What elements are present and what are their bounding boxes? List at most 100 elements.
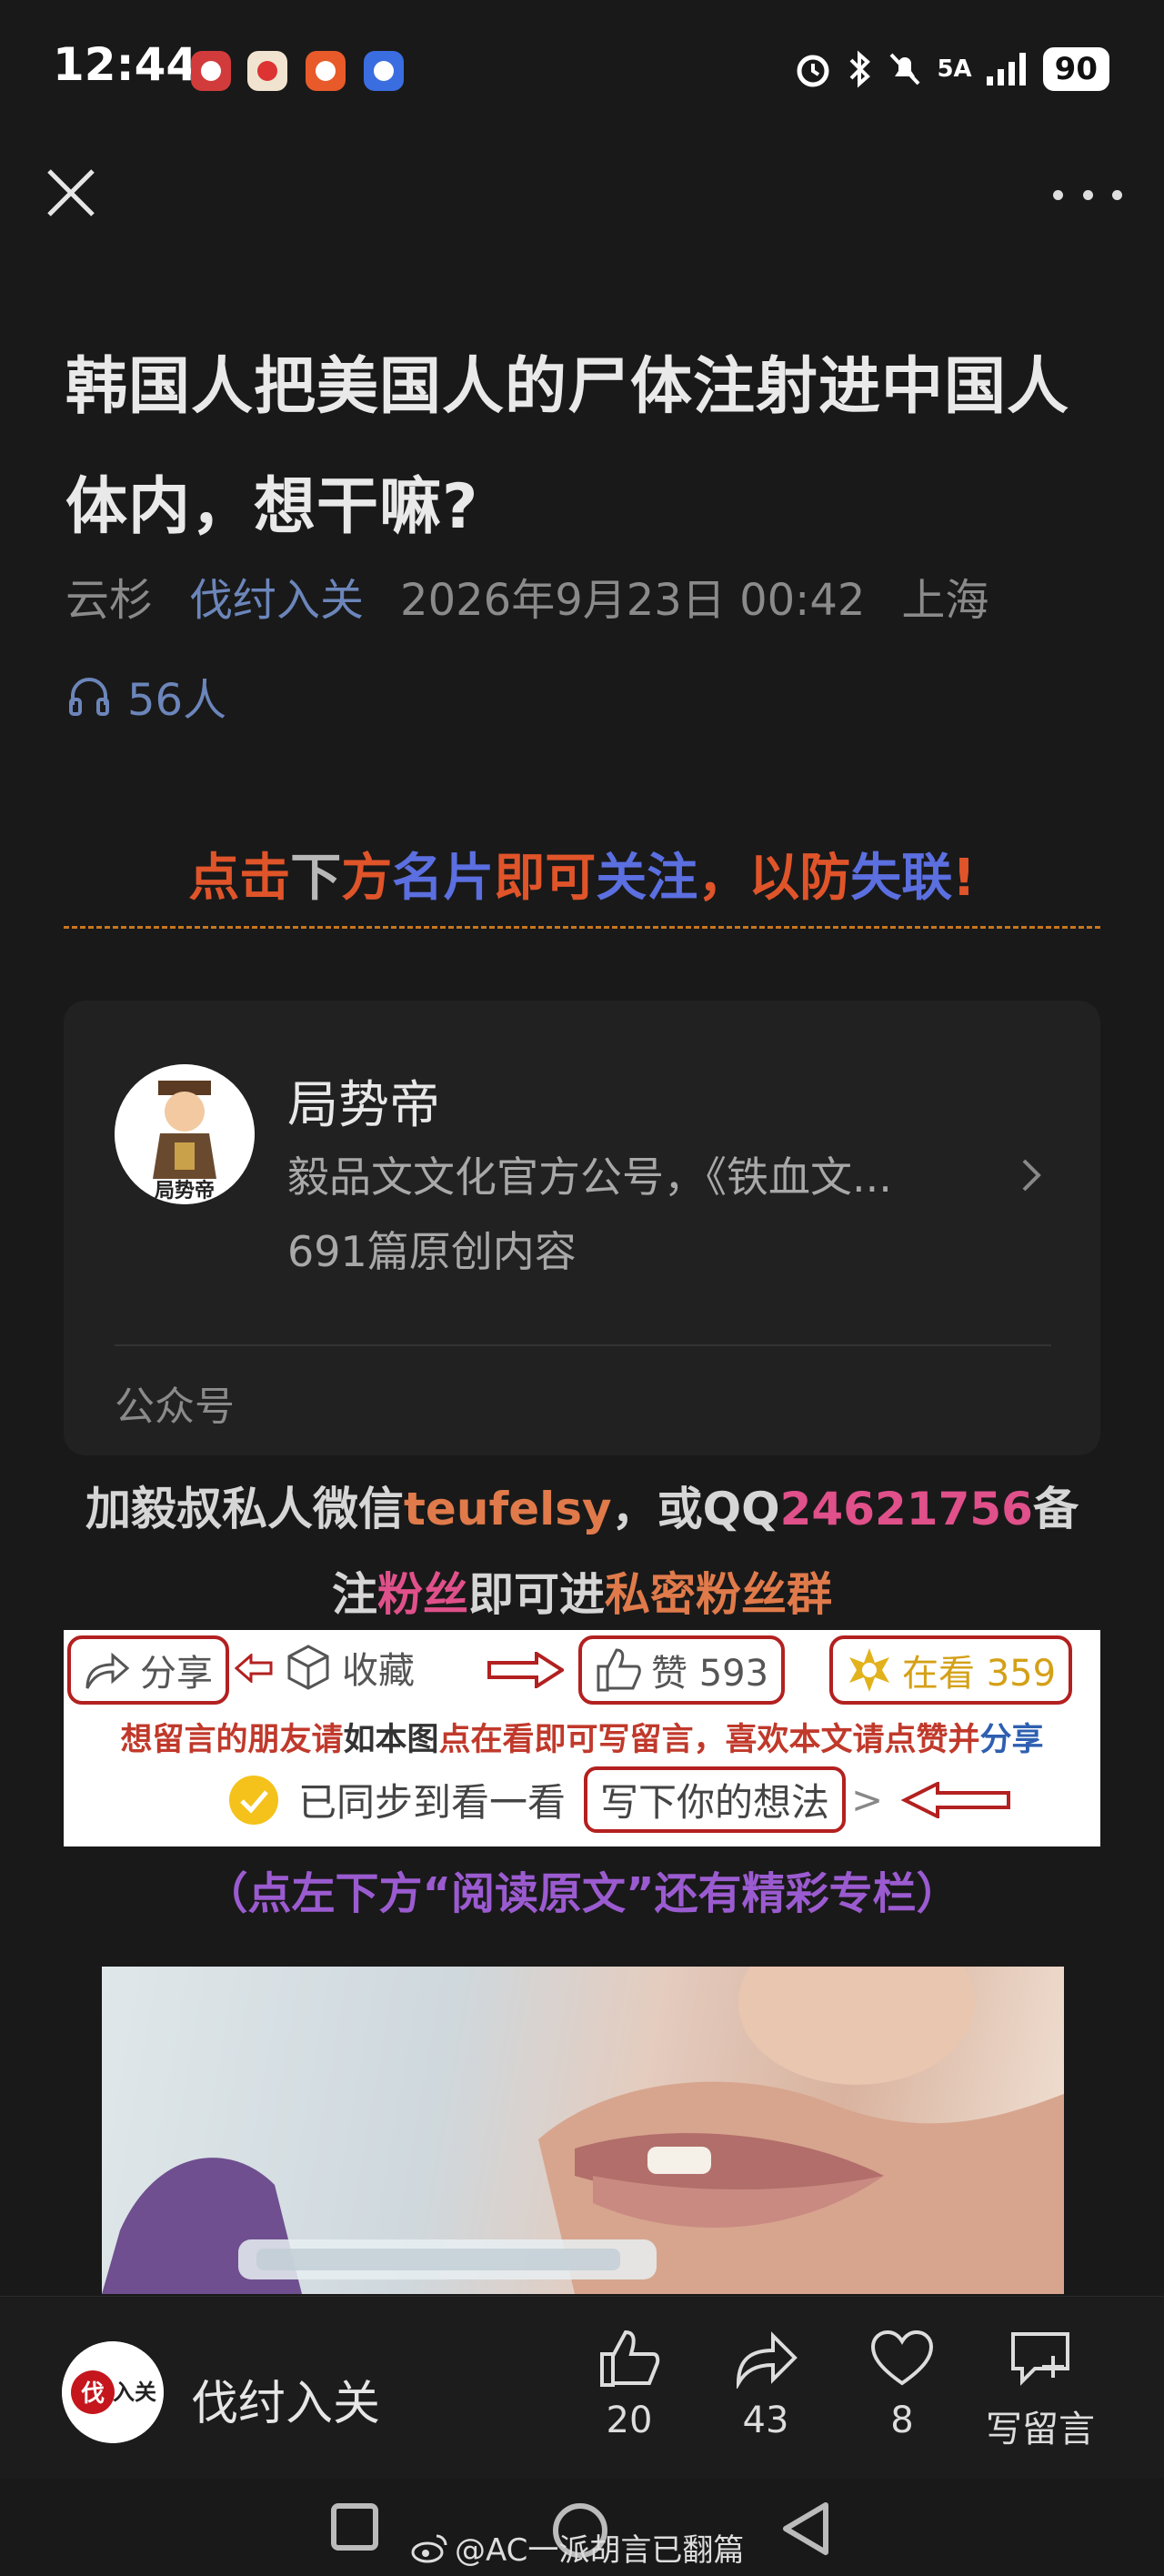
comment-add-icon: [1011, 2332, 1069, 2386]
wechat-note: 加毅叔私人微信teufelsy，或QQ24621756备 注粉丝即可进私密粉丝群: [64, 1466, 1100, 1637]
signal-icon: [986, 53, 1026, 86]
svg-text:局势帝: 局势帝: [155, 1179, 215, 1202]
app-notification-icon-3: [364, 51, 404, 91]
network-type: 5A: [937, 55, 972, 83]
listen-button[interactable]: 56人: [65, 664, 226, 728]
guide-write-box: 写下你的想法: [584, 1766, 847, 1833]
wechat-note-line2: 注粉丝即可进私密粉丝群: [64, 1552, 1100, 1637]
follow-notice-segment: 方: [341, 849, 393, 908]
alarm-icon: [797, 55, 829, 87]
profile-description: 毅品文文化官方公号，《铁血文...: [287, 1152, 892, 1202]
read-original-note: （点左下方“阅读原文”还有精彩专栏）: [204, 1868, 960, 1919]
follow-notice-segment: !: [952, 849, 976, 908]
card-divider: [115, 1344, 1051, 1346]
weibo-icon: [411, 2534, 447, 2562]
wechat-note-segment: 粉丝: [377, 1568, 468, 1621]
article-location: 上海: [901, 575, 989, 626]
weibo-watermark: @AC一派胡言已翻篇: [411, 2525, 744, 2570]
recent-apps-button[interactable]: [331, 2503, 378, 2551]
follow-notice-segment: 防: [799, 849, 851, 908]
arrow-right-icon: [487, 1652, 564, 1688]
follow-notice-segment: 关注: [596, 849, 698, 908]
thumbs-up-icon: [600, 2329, 660, 2387]
thumbs-up-icon: [597, 1648, 641, 1692]
battery-level: 90: [1042, 47, 1109, 91]
close-icon[interactable]: [42, 164, 100, 222]
more-options-button[interactable]: [1053, 182, 1122, 207]
share-icon: [85, 1652, 130, 1689]
wechat-note-segment: 备: [1032, 1483, 1079, 1535]
favorite-button[interactable]: 8: [848, 2329, 957, 2441]
account-avatar[interactable]: 伐 入关: [62, 2341, 164, 2443]
account-name[interactable]: 伐纣入关: [191, 2365, 380, 2433]
wechat-note-segment: 私密粉丝群: [605, 1568, 832, 1621]
svg-text:伐: 伐: [81, 2380, 105, 2408]
mute-icon: [889, 53, 920, 86]
arrow-left-icon-2: [901, 1781, 1011, 1818]
wechat-note-line1: 加毅叔私人微信teufelsy，或QQ24621756备: [64, 1466, 1100, 1552]
wechat-note-segment: teufelsy: [404, 1483, 612, 1535]
guide-comment-row: 已同步到看一看 写下你的想法 >: [227, 1766, 1011, 1833]
follow-notice-segment: 即可: [494, 849, 597, 908]
article-source: 云杉: [65, 575, 154, 626]
back-button[interactable]: [778, 2500, 833, 2558]
guide-instruction-segment: 点在看即可写留言，: [438, 1722, 726, 1758]
follow-notice-segment: 失联: [850, 849, 953, 908]
svg-text:入关: 入关: [113, 2379, 156, 2405]
guide-watching: 在看 359: [829, 1635, 1073, 1705]
article-photo: [102, 1967, 1064, 2294]
wechat-note-segment: 加毅叔私人微信: [85, 1483, 405, 1535]
follow-notice-segment: 下: [290, 849, 342, 908]
follow-notice-segment: ，以: [697, 849, 800, 908]
share-icon: [736, 2331, 798, 2390]
profile-type: 公众号: [115, 1384, 235, 1430]
follow-notice-segment: 点击: [188, 849, 291, 908]
dashed-divider: [64, 926, 1100, 929]
article-author-link[interactable]: 伐纣入关: [189, 564, 364, 628]
watching-star-icon: [849, 1648, 889, 1692]
profile-article-count: 691篇原创内容: [287, 1227, 577, 1276]
guide-collect: 收藏: [286, 1641, 415, 1694]
chevron-right-icon[interactable]: [1018, 1153, 1046, 1197]
guide-instruction-segment: 分享: [979, 1722, 1044, 1758]
wechat-note-segment: 24621756: [779, 1483, 1033, 1535]
arrow-left-icon: [235, 1654, 273, 1683]
headphones-icon: [69, 678, 109, 716]
share-button[interactable]: 43: [711, 2329, 820, 2441]
write-comment-button[interactable]: 写留言: [977, 2329, 1104, 2452]
app-notification-icon: [191, 51, 231, 91]
guide-instruction-segment: 如本图: [343, 1722, 439, 1758]
wechat-note-segment: 即可进: [468, 1568, 605, 1621]
profile-name: 局势帝: [287, 1076, 440, 1135]
guide-instruction-segment: 想留言的朋友请: [120, 1722, 344, 1758]
check-circle-icon: [229, 1775, 278, 1825]
follow-notice-segment: 名片: [392, 849, 495, 908]
article-meta: 云杉 伐纣入关 2026年9月23日 00:42 上海: [65, 564, 988, 628]
weibo-notification-icon: [247, 51, 287, 91]
listener-count: 56人: [127, 675, 227, 726]
wechat-note-segment: ，或QQ: [611, 1483, 780, 1535]
status-time: 12:44: [53, 38, 198, 91]
app-notification-icon-2: [306, 51, 346, 91]
guide-chevron: >: [851, 1777, 884, 1822]
like-button[interactable]: 20: [575, 2329, 684, 2441]
like-count: 20: [606, 2400, 653, 2441]
profile-avatar: 局势帝: [115, 1064, 255, 1204]
guide-like: 赞 593: [578, 1635, 786, 1705]
article-datetime: 2026年9月23日 00:42: [400, 575, 866, 626]
heart-icon: [870, 2329, 934, 2386]
share-count: 43: [742, 2400, 789, 2441]
wechat-note-segment: 注: [332, 1568, 377, 1621]
follow-notice: 点击下方名片即可关注，以防失联!: [0, 837, 1164, 911]
guide-instruction-segment: 点赞并: [884, 1722, 980, 1758]
guide-share: 分享: [67, 1635, 229, 1705]
cube-icon: [287, 1645, 329, 1690]
status-icons: 5A 90: [793, 47, 1109, 91]
interaction-guide-image: 分享 收藏 赞 593 在看 359 想留言的朋友请如本图点在看即可写留言，喜欢…: [64, 1630, 1100, 1846]
guide-instruction-segment: 喜欢本文请: [725, 1722, 885, 1758]
write-comment-label: 写留言: [986, 2409, 1095, 2450]
bluetooth-icon: [850, 50, 871, 88]
article-title: 韩国人把美国人的尸体注射进中国人体内，想干嘛?: [65, 351, 1070, 543]
guide-instruction: 想留言的朋友请如本图点在看即可写留言，喜欢本文请点赞并分享: [64, 1714, 1100, 1760]
favorite-count: 8: [890, 2400, 914, 2441]
